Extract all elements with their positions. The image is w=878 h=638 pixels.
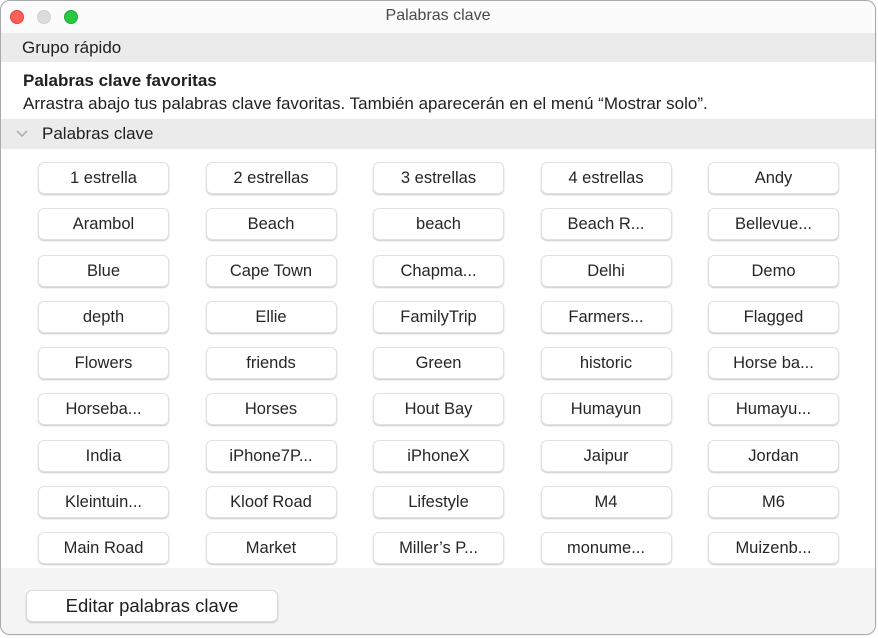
- keyword-button[interactable]: Kloof Road: [205, 486, 337, 519]
- keyword-button[interactable]: Market: [205, 532, 337, 565]
- quick-group-header: Grupo rápido: [1, 33, 875, 62]
- keyword-button[interactable]: Kleintuin...: [38, 486, 169, 519]
- keyword-button[interactable]: 3 estrellas: [373, 162, 504, 194]
- keyword-button[interactable]: beach: [373, 208, 504, 241]
- keyword-button[interactable]: Blue: [38, 254, 169, 287]
- keyword-button[interactable]: Horse ba...: [708, 347, 839, 380]
- keyword-button[interactable]: Demo: [708, 254, 839, 287]
- keyword-button[interactable]: Horseba...: [38, 393, 169, 426]
- keyword-button[interactable]: Farmers...: [540, 300, 672, 333]
- keyword-button[interactable]: Horses: [205, 393, 337, 426]
- keyword-button[interactable]: iPhone7P...: [205, 439, 337, 472]
- footer-bar: Editar palabras clave: [1, 568, 875, 634]
- keyword-button[interactable]: Ellie: [205, 300, 337, 333]
- keyword-button[interactable]: Lifestyle: [373, 486, 504, 519]
- keyword-button[interactable]: historic: [540, 347, 672, 380]
- keywords-window: Palabras clave Grupo rápido Palabras cla…: [0, 0, 876, 635]
- keywords-section-label: Palabras clave: [42, 124, 154, 143]
- keyword-button[interactable]: Flowers: [38, 347, 169, 380]
- keyword-button[interactable]: Humayu...: [708, 393, 839, 426]
- edit-keywords-button[interactable]: Editar palabras clave: [26, 590, 278, 622]
- title-bar[interactable]: Palabras clave: [1, 1, 875, 33]
- keyword-button[interactable]: Green: [373, 347, 504, 380]
- keyword-button[interactable]: FamilyTrip: [373, 300, 504, 333]
- keyword-button[interactable]: Bellevue...: [708, 208, 839, 241]
- keyword-button[interactable]: Beach: [205, 208, 337, 241]
- keyword-button[interactable]: India: [38, 439, 169, 472]
- keyword-button[interactable]: Cape Town: [205, 254, 337, 287]
- keyword-button[interactable]: M6: [708, 486, 839, 519]
- favorites-description: Arrastra abajo tus palabras clave favori…: [23, 94, 708, 113]
- keyword-button[interactable]: iPhoneX: [373, 439, 504, 472]
- keyword-button[interactable]: 2 estrellas: [205, 162, 337, 194]
- keyword-button[interactable]: Beach R...: [540, 208, 672, 241]
- keyword-button[interactable]: friends: [205, 347, 337, 380]
- keyword-button[interactable]: Jaipur: [540, 439, 672, 472]
- keyword-button[interactable]: Hout Bay: [373, 393, 504, 426]
- keyword-button[interactable]: Muizenb...: [708, 532, 839, 565]
- keyword-button[interactable]: Jordan: [708, 439, 839, 472]
- keyword-button[interactable]: Humayun: [540, 393, 672, 426]
- keywords-grid: 1 estrella 2 estrellas 3 estrellas 4 estrel…: [38, 162, 839, 565]
- keyword-button[interactable]: 1 estrella: [38, 162, 169, 194]
- keyword-button[interactable]: Delhi: [540, 254, 672, 287]
- keyword-button[interactable]: Flagged: [708, 300, 839, 333]
- keyword-button[interactable]: Arambol: [38, 208, 169, 241]
- keyword-button[interactable]: Chapma...: [373, 254, 504, 287]
- keyword-button[interactable]: Miller’s P...: [373, 532, 504, 565]
- keyword-button[interactable]: Main Road: [38, 532, 169, 565]
- keyword-button[interactable]: M4: [540, 486, 672, 519]
- keyword-button[interactable]: 4 estrellas: [540, 162, 672, 194]
- keyword-button[interactable]: Andy: [708, 162, 839, 194]
- window-title: Palabras clave: [385, 7, 491, 24]
- favorites-title: Palabras clave favoritas: [23, 71, 217, 90]
- chevron-down-icon[interactable]: [16, 128, 28, 138]
- favorites-section: Palabras clave favoritas Arrastra abajo …: [23, 69, 865, 115]
- keywords-section-header[interactable]: Palabras clave: [1, 119, 875, 149]
- keyword-button[interactable]: depth: [38, 300, 169, 333]
- keyword-button[interactable]: monume...: [540, 532, 672, 565]
